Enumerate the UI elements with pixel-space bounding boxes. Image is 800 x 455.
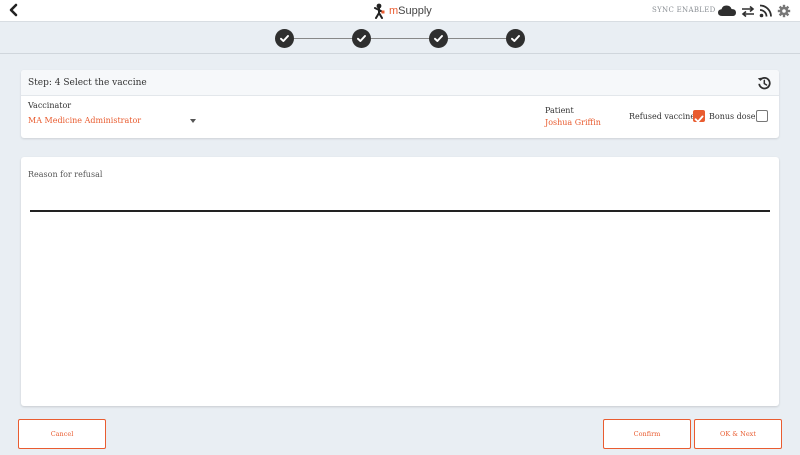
vaccinator-label: Vaccinator [28,101,72,110]
progress-stepper [0,22,800,54]
back-button[interactable] [8,2,24,20]
rss-feed-icon[interactable] [759,3,773,19]
confirm-button[interactable]: Confirm [603,419,691,449]
patient-label: Patient [545,106,574,115]
step-connector [371,38,430,39]
chevron-left-icon [9,3,18,17]
check-circle-icon [280,35,289,42]
refused-vaccine-label: Refused vaccine [629,112,696,121]
step-connector [448,38,507,39]
caret-down-icon [190,119,196,123]
card-header: Step: 4 Select the vaccine [21,70,779,96]
check-circle-icon [511,35,520,42]
refusal-reason-label: Reason for refusal [28,170,103,179]
vaccinator-dropdown[interactable]: MA Medicine Administrator [28,114,196,128]
msupply-logo-icon [374,3,385,19]
step-2-complete[interactable] [352,29,371,48]
step-title: Step: 4 Select the vaccine [28,78,147,88]
step-4-complete[interactable] [506,29,525,48]
sync-arrows-icon[interactable] [741,3,755,19]
vaccinator-value: MA Medicine Administrator [28,116,142,125]
patient-name: Joshua Griffin [545,118,601,127]
check-circle-icon [434,35,443,42]
bonus-dose-label: Bonus dose [709,112,756,121]
gear-icon[interactable] [777,3,791,19]
cancel-button[interactable]: Cancel [18,419,106,449]
refused-vaccine-checkbox[interactable] [693,110,705,123]
vaccine-step-card: Step: 4 Select the vaccine Vaccinator MA… [21,70,779,138]
step-1-complete[interactable] [275,29,294,48]
bonus-dose-checkbox[interactable] [756,110,768,122]
history-icon[interactable] [757,76,771,90]
checkmark-icon [694,115,704,123]
sync-status-text: SYNC ENABLED [652,6,716,14]
refusal-reason-card: Reason for refusal [21,157,779,406]
step-connector [294,38,353,39]
ok-next-button[interactable]: OK & Next [694,419,782,449]
check-circle-icon [357,35,366,42]
cloud-icon[interactable] [717,3,737,19]
top-bar: mSupply SYNC ENABLED [0,0,800,22]
brand-logo: mSupply [372,3,432,19]
refusal-reason-input[interactable] [30,183,770,212]
step-3-complete[interactable] [429,29,448,48]
brand-name: mSupply [389,5,432,17]
